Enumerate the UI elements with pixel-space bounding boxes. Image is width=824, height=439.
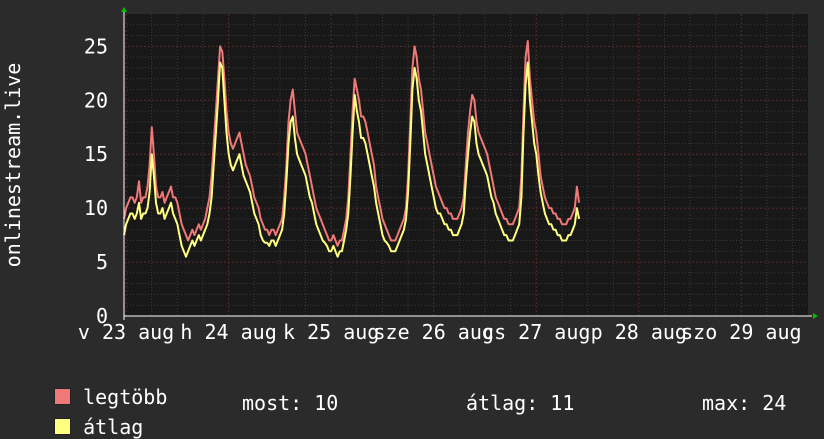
stat-avg-value: 11 (550, 391, 575, 415)
y-tick-label: 5 (96, 250, 108, 274)
y-axis-label: onlinestream.live (1, 63, 25, 268)
x-tick-label: sze 26 aug (373, 320, 493, 344)
stat-max-label: max: (702, 391, 751, 415)
x-axis-arrow (813, 313, 818, 319)
stat-now-label: most: (242, 391, 303, 415)
legend-label-avg: átlag (83, 415, 144, 439)
stat-avg-label: átlag: (466, 391, 539, 415)
y-tick-label: 20 (84, 88, 108, 112)
legend-swatch-avg (54, 418, 72, 435)
y-tick-label: 15 (84, 142, 108, 166)
y-tick-label: 25 (84, 34, 108, 58)
stat-avg: átlag: 11 (466, 391, 574, 415)
x-tick-label: k 25 aug (283, 320, 379, 344)
y-tick-label: 10 (84, 196, 108, 220)
y-axis-arrow (121, 7, 127, 12)
stat-max: max: 24 (702, 391, 786, 415)
stat-now-value: 10 (314, 391, 339, 415)
stat-now: most: 10 (242, 391, 338, 415)
stat-max-value: 24 (762, 391, 787, 415)
legend-item-avg: átlag (30, 391, 143, 439)
x-tick-label: szo 29 aug (681, 320, 801, 344)
x-tick-label: v 23 aug (78, 320, 174, 344)
x-tick-label: cs 27 aug (482, 320, 590, 344)
x-tick-label: h 24 aug (180, 320, 276, 344)
x-tick-label: p 28 aug (591, 320, 687, 344)
